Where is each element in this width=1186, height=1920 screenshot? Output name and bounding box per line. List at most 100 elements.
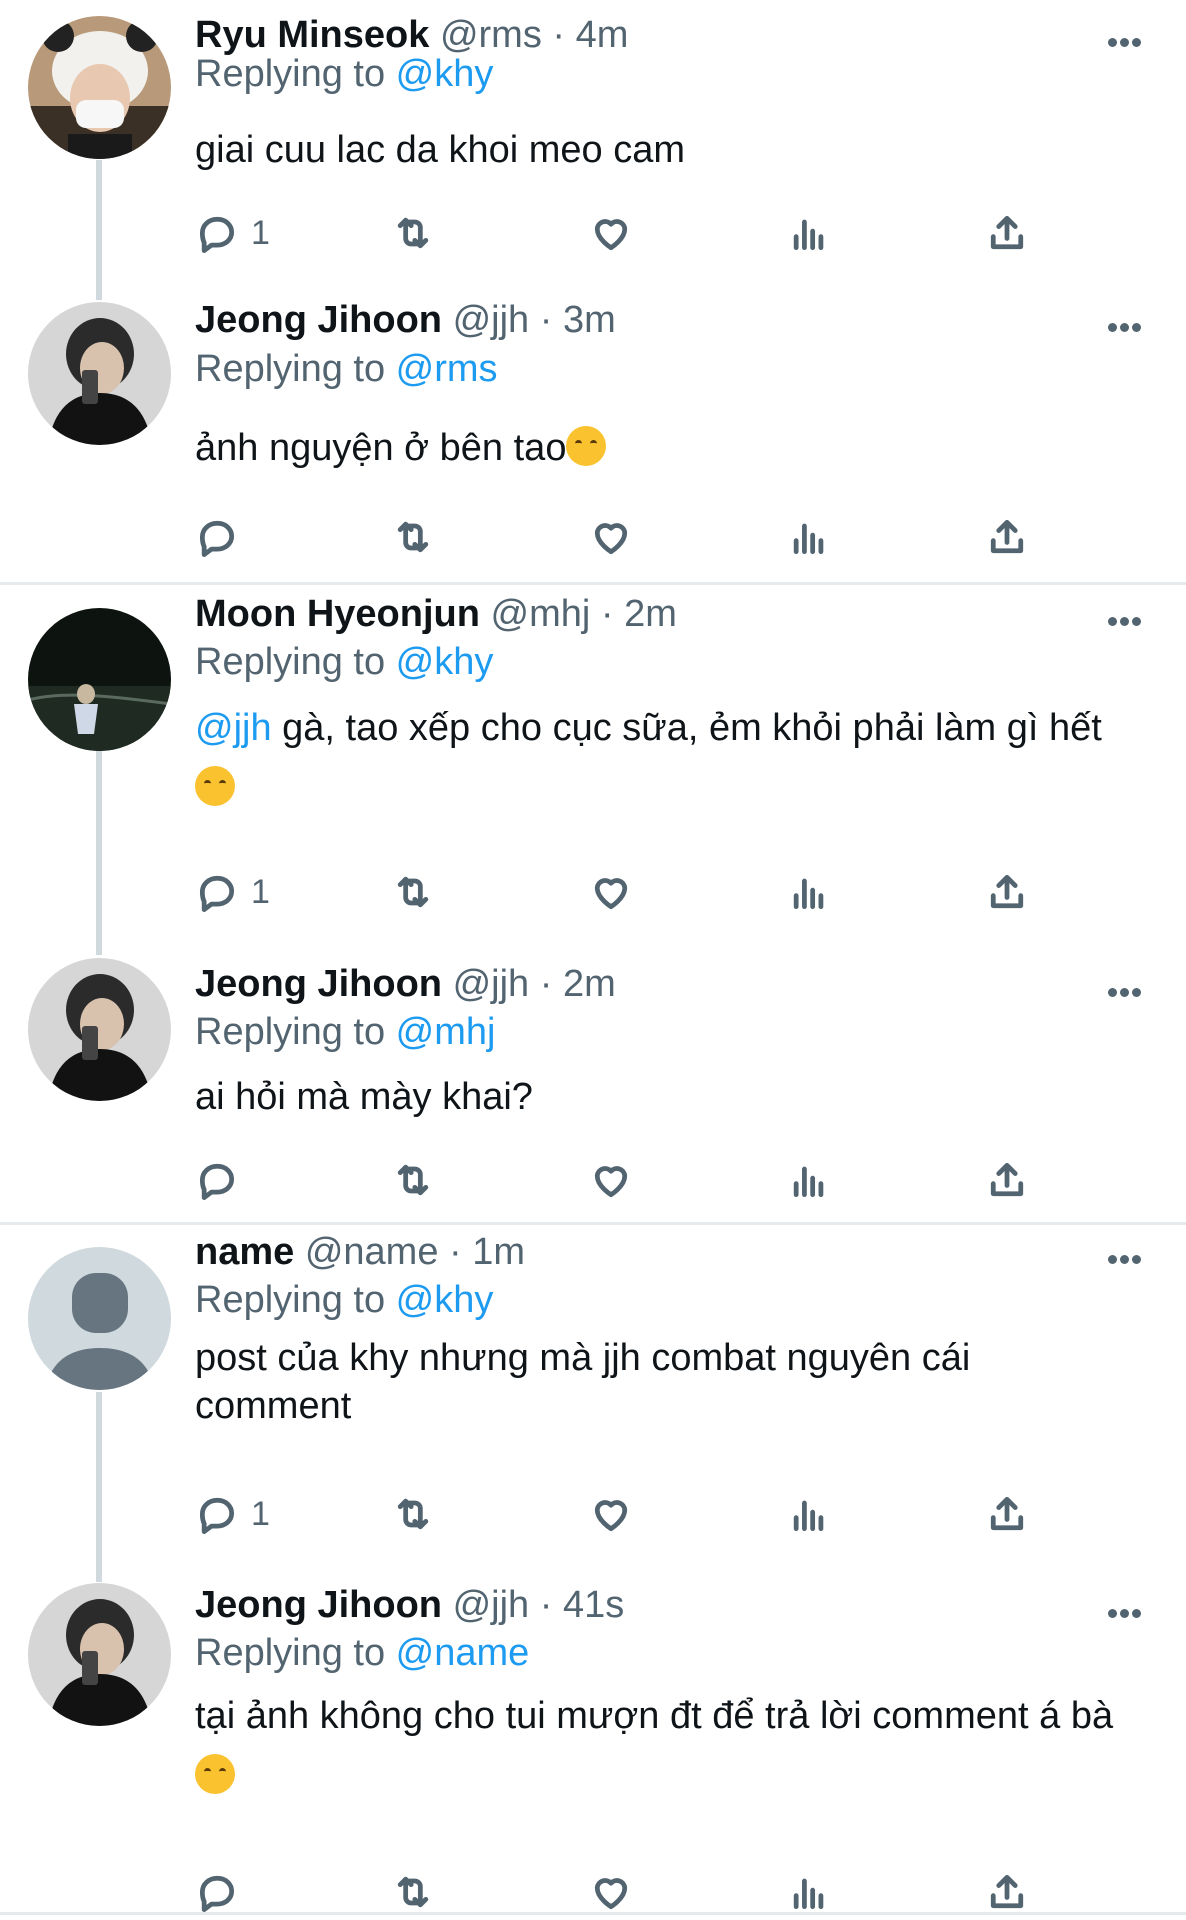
retweet-icon	[397, 1498, 429, 1530]
timestamp[interactable]: 4m	[576, 14, 629, 56]
display-name[interactable]: Jeong Jihoon	[195, 963, 442, 1005]
replying-to: Replying to @mhj	[195, 1010, 495, 1054]
like-icon	[594, 1166, 628, 1198]
views-button[interactable]	[787, 1867, 831, 1917]
separator: ·	[590, 593, 625, 635]
replying-prefix: Replying to	[195, 348, 396, 390]
reply-button[interactable]: 1	[195, 208, 270, 258]
like-button[interactable]	[589, 1489, 633, 1539]
smirk-emoji	[195, 766, 235, 806]
replying-mention[interactable]: @khy	[396, 641, 494, 683]
avatar[interactable]	[28, 1247, 171, 1390]
replying-mention[interactable]: @mhj	[396, 1011, 496, 1053]
thread-line	[96, 1392, 102, 1582]
views-button[interactable]	[787, 1489, 831, 1539]
retweet-icon	[397, 876, 429, 908]
handle[interactable]: @jjh	[453, 963, 530, 1005]
views-icon	[793, 523, 824, 555]
display-name[interactable]: name	[195, 1231, 294, 1273]
tweet-header: Jeong Jihoon @jjh · 41s	[195, 1583, 624, 1627]
replying-mention[interactable]: @name	[396, 1632, 530, 1674]
reply-button[interactable]: 1	[195, 1489, 270, 1539]
timestamp[interactable]: 41s	[563, 1584, 624, 1626]
retweet-icon	[397, 521, 429, 553]
like-button[interactable]	[589, 1155, 633, 1205]
action-bar: 1	[195, 1489, 1075, 1539]
reply-button[interactable]	[195, 512, 239, 562]
retweet-button[interactable]	[391, 867, 435, 917]
reply-button[interactable]: 1	[195, 867, 270, 917]
timestamp[interactable]: 2m	[563, 963, 616, 1005]
reply-icon	[199, 1875, 235, 1912]
action-bar	[195, 1867, 1075, 1917]
tweet-header: Jeong Jihoon @jjh · 3m	[195, 298, 616, 342]
reply-button[interactable]	[195, 1867, 239, 1917]
timestamp[interactable]: 1m	[472, 1231, 525, 1273]
like-icon	[594, 878, 628, 910]
retweet-icon	[397, 1876, 429, 1908]
handle[interactable]: @jjh	[453, 1584, 530, 1626]
tweet-mention[interactable]: @jjh	[195, 707, 272, 749]
like-button[interactable]	[589, 867, 633, 917]
views-button[interactable]	[787, 1155, 831, 1205]
share-button[interactable]	[985, 512, 1029, 562]
like-button[interactable]	[589, 208, 633, 258]
replying-mention[interactable]: @rms	[396, 348, 498, 390]
avatar[interactable]	[28, 958, 171, 1101]
timestamp[interactable]: 2m	[624, 593, 677, 635]
avatar[interactable]	[28, 302, 171, 445]
tweet-text: giai cuu lac da khoi meo cam	[195, 129, 686, 171]
reply-button[interactable]	[195, 1155, 239, 1205]
like-icon	[594, 1878, 628, 1910]
views-button[interactable]	[787, 208, 831, 258]
avatar[interactable]	[28, 16, 171, 159]
replying-to: Replying to @name	[195, 1631, 529, 1675]
more-icon[interactable]	[1108, 34, 1148, 47]
reply-icon	[199, 875, 235, 912]
reply-count: 1	[251, 872, 270, 911]
tweet-text-content: gà, tao xếp cho cục sữa, ẻm khỏi phải là…	[271, 707, 1102, 749]
views-button[interactable]	[787, 867, 831, 917]
separator: ·	[529, 1584, 563, 1626]
retweet-button[interactable]	[391, 1867, 435, 1917]
like-icon	[594, 219, 628, 251]
display-name[interactable]: Jeong Jihoon	[195, 1584, 442, 1626]
handle[interactable]: @mhj	[491, 593, 591, 635]
conversation-divider	[0, 582, 1186, 585]
like-button[interactable]	[589, 512, 633, 562]
more-icon[interactable]	[1108, 613, 1148, 626]
retweet-button[interactable]	[391, 1155, 435, 1205]
replying-mention[interactable]: @khy	[396, 53, 494, 95]
more-icon[interactable]	[1108, 1605, 1148, 1618]
replying-mention[interactable]: @khy	[396, 1279, 494, 1321]
timestamp[interactable]: 3m	[563, 299, 616, 341]
share-button[interactable]	[985, 1867, 1029, 1917]
handle[interactable]: @name	[305, 1231, 439, 1273]
reply-count: 1	[251, 1494, 270, 1533]
handle[interactable]: @rms	[440, 14, 542, 56]
views-button[interactable]	[787, 512, 831, 562]
action-bar: 1	[195, 208, 1075, 258]
replying-prefix: Replying to	[195, 53, 396, 95]
display-name[interactable]: Jeong Jihoon	[195, 299, 442, 341]
retweet-button[interactable]	[391, 1489, 435, 1539]
more-icon[interactable]	[1108, 319, 1148, 332]
replying-prefix: Replying to	[195, 641, 396, 683]
tweet-text: ảnh nguyện ở bên tao	[195, 418, 1135, 478]
action-bar	[195, 1155, 1075, 1205]
display-name[interactable]: Moon Hyeonjun	[195, 593, 480, 635]
handle[interactable]: @jjh	[453, 299, 530, 341]
display-name[interactable]: Ryu Minseok	[195, 14, 429, 56]
retweet-button[interactable]	[391, 512, 435, 562]
like-button[interactable]	[589, 1867, 633, 1917]
share-button[interactable]	[985, 208, 1029, 258]
share-button[interactable]	[985, 867, 1029, 917]
avatar[interactable]	[28, 1583, 171, 1726]
more-icon[interactable]	[1108, 1251, 1148, 1264]
tweet-text: post của khy nhưng mà jjh combat nguyên …	[195, 1337, 971, 1427]
retweet-button[interactable]	[391, 208, 435, 258]
more-icon[interactable]	[1108, 984, 1148, 997]
share-button[interactable]	[985, 1155, 1029, 1205]
avatar[interactable]	[28, 608, 171, 751]
share-button[interactable]	[985, 1489, 1029, 1539]
